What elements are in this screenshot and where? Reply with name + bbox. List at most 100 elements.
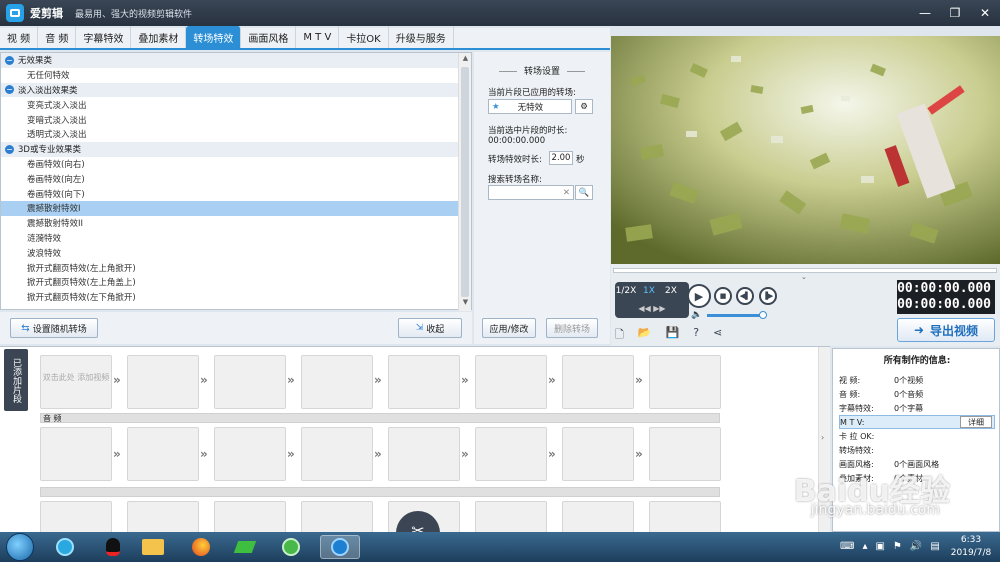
scroll-up-icon[interactable]: ▲ — [459, 54, 472, 66]
clip-slot[interactable] — [562, 355, 634, 409]
volume-icon[interactable]: 🔈 — [691, 310, 703, 320]
category-header[interactable]: −3D或专业效果类 — [1, 141, 459, 157]
clip-slot[interactable] — [475, 501, 547, 533]
frame-step-icon[interactable]: ◀◀ ▶▶ — [619, 302, 685, 314]
export-video-button[interactable]: ➜ 导出视频 — [897, 318, 995, 342]
list-item[interactable]: 卷画特效(向左) — [1, 171, 459, 186]
detail-button[interactable]: 详细 — [960, 416, 992, 428]
list-item[interactable]: 掀开式翻页特效(左上角盖上) — [1, 275, 459, 290]
info-row-selected[interactable]: M T V: 详细 — [839, 415, 995, 429]
minimize-icon[interactable]: — — [910, 0, 940, 26]
play-icon[interactable]: ▶ — [687, 284, 711, 308]
list-item[interactable]: 变亮式淡入淡出 — [1, 97, 459, 112]
device-icon[interactable]: ▣ — [875, 541, 884, 552]
aijianji-taskbar-icon[interactable] — [320, 535, 360, 559]
collapse-icon[interactable]: − — [5, 85, 14, 95]
tab-audio[interactable]: 音 频 — [38, 26, 77, 48]
list-item[interactable]: 波浪特效 — [1, 245, 459, 260]
speed-2x-button[interactable]: 2X — [661, 284, 681, 298]
media-player-icon[interactable] — [48, 535, 82, 559]
list-item[interactable]: 无任何特效 — [1, 68, 459, 83]
speed-1x-button[interactable]: 1X — [639, 284, 659, 298]
delete-transition-button[interactable]: 删除转场 — [546, 318, 598, 338]
video-preview[interactable] — [611, 36, 1000, 264]
clip-slot[interactable] — [214, 427, 286, 481]
tab-upgrade-service[interactable]: 升级与服务 — [389, 26, 454, 48]
collapse-icon[interactable]: − — [5, 144, 14, 154]
list-item[interactable]: 卷画特效(向右) — [1, 157, 459, 172]
collapse-button[interactable]: ⇲ 收起 — [398, 318, 462, 338]
keyboard-icon[interactable]: ⌨ — [840, 541, 854, 552]
list-item[interactable]: 掀开式翻页特效(左上角掀开) — [1, 260, 459, 275]
list-item[interactable]: 变暗式淡入淡出 — [1, 112, 459, 127]
tab-mtv[interactable]: M T V — [296, 26, 340, 48]
tab-video[interactable]: 视 频 — [0, 26, 39, 48]
list-item[interactable]: 透明式淡入淡出 — [1, 127, 459, 142]
prev-icon[interactable]: ◀▌ — [736, 287, 754, 305]
clip-slot[interactable] — [301, 427, 373, 481]
firefox-icon[interactable] — [184, 535, 218, 559]
open-folder-icon[interactable]: 📂 — [638, 326, 652, 345]
clip-slot[interactable] — [388, 355, 460, 409]
clip-slot[interactable] — [127, 355, 199, 409]
restore-icon[interactable]: ❐ — [940, 0, 970, 26]
clip-slot[interactable] — [475, 427, 547, 481]
tab-transitions[interactable]: 转场特效 — [186, 26, 242, 48]
tab-subtitle-effects[interactable]: 字幕特效 — [76, 26, 132, 48]
volume-handle[interactable] — [759, 311, 767, 319]
category-header[interactable]: − 无效果类 — [1, 53, 459, 68]
clip-slot[interactable] — [649, 355, 721, 409]
collapse-icon[interactable]: − — [5, 55, 14, 65]
clip-slot[interactable] — [301, 501, 373, 533]
clip-slot[interactable] — [649, 501, 721, 533]
list-item[interactable]: 卷画特效(向下) — [1, 186, 459, 201]
share-icon[interactable]: ⋖ — [713, 326, 722, 345]
flag-icon[interactable]: ⚑ — [893, 541, 902, 552]
scrollbar-thumb[interactable] — [461, 67, 469, 297]
add-video-slot[interactable]: 双击此处 添加视频 — [40, 355, 112, 409]
random-transition-button[interactable]: ⇆ 设置随机转场 — [10, 318, 98, 338]
category-header[interactable]: − 淡入淡出效果类 — [1, 82, 459, 98]
video-app-icon[interactable] — [228, 535, 262, 559]
clip-slot[interactable] — [562, 427, 634, 481]
clear-icon[interactable]: ✕ — [563, 188, 570, 198]
list-item[interactable]: 震撼散射特效II — [1, 216, 459, 231]
new-icon[interactable]: 🗋 — [615, 326, 624, 345]
search-icon[interactable]: 🔍 — [575, 185, 593, 200]
clip-slot[interactable] — [475, 355, 547, 409]
volume-slider[interactable] — [707, 314, 763, 317]
clip-slot[interactable] — [127, 501, 199, 533]
close-icon[interactable]: ✕ — [970, 0, 1000, 26]
list-item[interactable]: 掀开式翻页特效(左下角掀开) — [1, 290, 459, 305]
file-explorer-icon[interactable] — [136, 535, 170, 559]
clock[interactable]: 6:33 2019/7/8 — [946, 532, 996, 562]
browser-icon[interactable] — [274, 535, 308, 559]
scroll-down-icon[interactable]: ▼ — [459, 298, 472, 310]
expand-arrow-icon[interactable]: › — [821, 433, 824, 442]
tab-overlay[interactable]: 叠加素材 — [131, 26, 187, 48]
apply-modify-button[interactable]: 应用/修改 — [482, 318, 536, 338]
clip-slot[interactable] — [40, 501, 112, 533]
tab-picture-style[interactable]: 画面风格 — [241, 26, 297, 48]
speed-half-button[interactable]: 1/2X — [615, 284, 637, 298]
list-scrollbar[interactable]: ▲ ▼ — [458, 53, 471, 311]
tab-karaoke[interactable]: 卡拉OK — [339, 26, 389, 48]
stop-icon[interactable]: ■ — [714, 287, 732, 305]
network-icon[interactable]: ▤ — [930, 541, 939, 552]
next-icon[interactable]: ▐▶ — [759, 287, 777, 305]
clip-slot[interactable] — [214, 501, 286, 533]
tray-up-icon[interactable]: ▴ — [862, 541, 867, 552]
list-item-selected[interactable]: 震撼散射特效I — [1, 200, 459, 216]
start-button[interactable] — [6, 533, 34, 561]
clip-slot[interactable] — [40, 427, 112, 481]
effect-duration-input[interactable]: 2.00 — [549, 151, 573, 165]
transition-gear-icon[interactable]: ⚙ — [575, 99, 593, 114]
qq-icon[interactable] — [96, 535, 130, 559]
clip-slot[interactable] — [388, 427, 460, 481]
list-item[interactable]: 涟漪特效 — [1, 231, 459, 246]
clip-slot[interactable] — [127, 427, 199, 481]
clip-slot[interactable] — [214, 355, 286, 409]
search-transition-input[interactable]: ✕ — [488, 185, 574, 200]
speaker-icon[interactable]: 🔊 — [910, 541, 922, 552]
help-icon[interactable]: ? — [693, 326, 699, 345]
